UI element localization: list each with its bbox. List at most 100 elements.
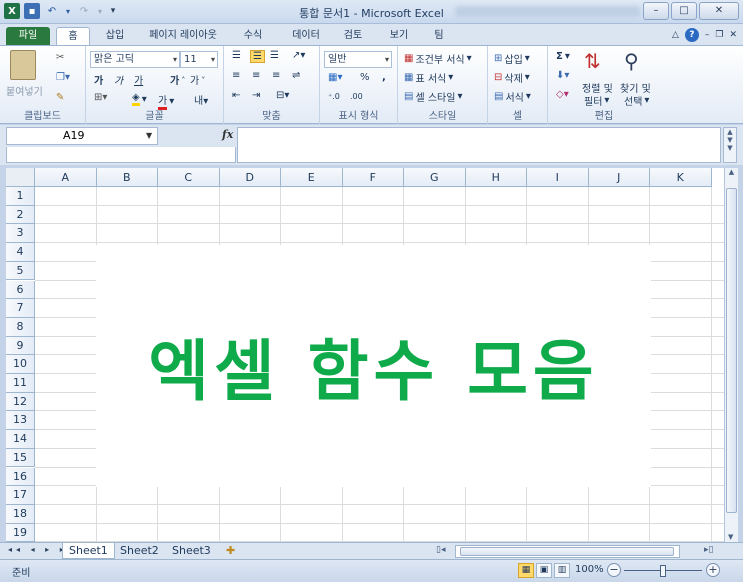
row-header[interactable]: 13 [6, 411, 35, 431]
row-header[interactable]: 19 [6, 523, 35, 542]
sheet-tab-3[interactable]: Sheet3 [166, 543, 217, 559]
select-all-corner[interactable] [6, 168, 35, 187]
row-header[interactable]: 5 [6, 261, 35, 281]
sort-filter-icon[interactable]: ⇅ [584, 49, 601, 73]
sheet-tab-1[interactable]: Sheet1 [62, 543, 115, 559]
column-header[interactable]: B [96, 168, 158, 187]
formula-input[interactable] [237, 127, 721, 163]
horizontal-scroll-thumb[interactable] [460, 547, 674, 556]
row-header[interactable]: 3 [6, 224, 35, 244]
decrease-decimal-icon[interactable]: .00 [350, 92, 363, 101]
filter-label[interactable]: 필터 ▾ [584, 93, 609, 108]
row-header[interactable]: 17 [6, 486, 35, 505]
clear-icon[interactable]: ◇▾ [556, 89, 569, 100]
align-top-icon[interactable]: ☰ [232, 50, 241, 61]
orientation-icon[interactable]: ↗▾ [292, 50, 305, 61]
underline-button[interactable]: 가 [134, 72, 143, 87]
conditional-format-button[interactable]: ▦ 조건부 서식 ▾ [404, 51, 472, 66]
doc-close-icon[interactable]: ✕ [729, 30, 737, 40]
row-header[interactable]: 14 [6, 430, 35, 449]
row-header[interactable]: 6 [6, 280, 35, 300]
sheet-tab-2[interactable]: Sheet2 [114, 543, 165, 559]
doc-minimize-icon[interactable]: – [705, 30, 710, 40]
column-header[interactable]: F [342, 168, 404, 187]
row-header[interactable]: 2 [6, 205, 35, 225]
copy-icon[interactable]: ❐▾ [56, 72, 70, 83]
find-select-icon[interactable]: ⚲ [624, 49, 639, 73]
align-left-icon[interactable]: ≡ [232, 70, 240, 81]
tab-review[interactable]: 검토 [338, 27, 368, 45]
row-header[interactable]: 18 [6, 504, 35, 524]
row-header[interactable]: 15 [6, 448, 35, 468]
page-break-view-icon[interactable]: ▥ [554, 563, 570, 578]
format-as-table-button[interactable]: ▦ 표 서식 ▾ [404, 70, 453, 85]
fill-icon[interactable]: ⬇▾ [556, 70, 569, 81]
percent-button[interactable]: % [360, 72, 370, 83]
tab-view[interactable]: 보기 [384, 27, 414, 45]
scroll-right-icon[interactable]: ▸▯ [704, 545, 713, 555]
increase-indent-icon[interactable]: ⇥ [252, 90, 260, 101]
align-bottom-icon[interactable]: ☰ [270, 50, 279, 61]
tab-data[interactable]: 데이터 [286, 27, 326, 45]
column-header[interactable]: D [219, 168, 281, 187]
scroll-down-icon[interactable]: ▼ [728, 533, 733, 541]
align-middle-icon[interactable]: ☰ [250, 50, 265, 63]
select-label[interactable]: 선택 ▾ [624, 93, 649, 108]
maximize-button[interactable]: □ [671, 2, 697, 20]
formula-bar-scroll[interactable]: ▲ ▼ ▼ [723, 127, 737, 163]
row-header[interactable]: 4 [6, 243, 35, 262]
paste-button[interactable]: 붙여넣기 [6, 83, 43, 98]
tab-team[interactable]: 팀 [428, 27, 450, 45]
row-header[interactable]: 9 [6, 336, 35, 356]
font-size-combo[interactable]: 11 ▾ [180, 51, 218, 68]
align-center-icon[interactable]: ≡ [252, 70, 260, 81]
border-icon[interactable]: ⊞▾ [94, 92, 107, 103]
horizontal-scrollbar[interactable] [455, 545, 680, 558]
minimize-button[interactable]: – [643, 2, 669, 20]
row-header[interactable]: 10 [6, 355, 35, 374]
format-cells-button[interactable]: ▤ 서식 ▾ [494, 89, 531, 104]
phonetic-icon[interactable]: 내▾ [194, 92, 208, 107]
italic-button[interactable]: 가 [114, 72, 123, 87]
row-header[interactable]: 12 [6, 392, 35, 412]
comma-button[interactable]: , [382, 72, 386, 83]
increase-decimal-icon[interactable]: ⁺.0 [328, 92, 340, 101]
column-header[interactable]: J [588, 168, 650, 187]
grow-font-button[interactable]: 가 ˄ [170, 72, 185, 88]
zoom-out-icon[interactable]: − [607, 563, 621, 577]
tab-formulas[interactable]: 수식 [238, 27, 268, 45]
scroll-up-icon[interactable]: ▲ [725, 168, 738, 176]
row-header[interactable]: 8 [6, 317, 35, 337]
shrink-font-button[interactable]: 가 ˅ [190, 72, 205, 88]
insert-function-button[interactable]: fx [222, 128, 233, 141]
zoom-slider-thumb[interactable] [660, 565, 666, 577]
row-header[interactable]: 1 [6, 187, 35, 206]
tab-insert[interactable]: 삽입 [100, 27, 130, 45]
zoom-level[interactable]: 100% [575, 564, 604, 575]
close-button[interactable]: ✕ [699, 2, 739, 20]
autosum-button[interactable]: Σ ▾ [556, 51, 570, 62]
column-header[interactable]: K [650, 168, 712, 187]
accounting-format-icon[interactable]: ▦▾ [328, 72, 342, 83]
decrease-indent-icon[interactable]: ⇤ [232, 90, 240, 101]
cut-icon[interactable]: ✂ [56, 52, 64, 63]
worksheet-grid[interactable]: ABCDEFGHIJK 1 2 3 4 5 6 7 8 9 10 11 12 13 14 15 16 17 18 1… [6, 168, 724, 542]
delete-cells-button[interactable]: ⊟ 삭제 ▾ [494, 70, 530, 85]
font-name-combo[interactable]: 맑은 고딕 ▾ [90, 51, 180, 68]
tab-home[interactable]: 홈 [56, 27, 90, 45]
tab-page-layout[interactable]: 페이지 레이아웃 [142, 27, 224, 45]
insert-sheet-icon[interactable]: ✚ [220, 543, 241, 559]
tab-file[interactable]: 파일 [6, 27, 50, 45]
collapse-ribbon-icon[interactable]: △ [672, 30, 679, 40]
zoom-in-icon[interactable]: + [706, 563, 720, 577]
vertical-scrollbar[interactable]: ▲ ▼ [724, 168, 738, 542]
merge-center-icon[interactable]: ⊟▾ [276, 90, 289, 101]
vertical-scroll-thumb[interactable] [726, 188, 737, 513]
name-box-dropdown-icon[interactable]: ▼ [146, 131, 152, 140]
help-icon[interactable]: ? [684, 28, 699, 42]
align-right-icon[interactable]: ≡ [272, 70, 280, 81]
row-header[interactable]: 11 [6, 374, 35, 393]
cell-styles-button[interactable]: ▤ 셀 스타일 ▾ [404, 89, 462, 104]
bold-button[interactable]: 가 [94, 72, 103, 87]
column-header[interactable]: I [527, 168, 589, 187]
